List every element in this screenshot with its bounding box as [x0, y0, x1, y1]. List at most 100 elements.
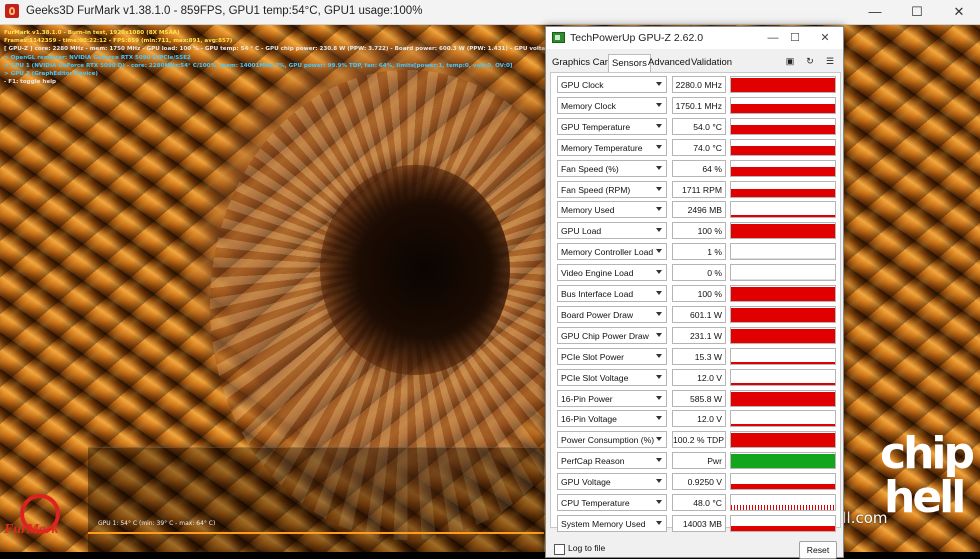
sensor-label[interactable]: GPU Voltage — [557, 473, 667, 491]
chevron-down-icon[interactable] — [656, 332, 662, 337]
menu-icon[interactable]: ☰ — [822, 54, 838, 68]
chevron-down-icon[interactable] — [656, 353, 662, 358]
chevron-down-icon[interactable] — [656, 270, 662, 275]
maximize-icon[interactable]: ☐ — [896, 0, 938, 24]
chevron-down-icon[interactable] — [656, 82, 662, 86]
sensor-label[interactable]: PCIe Slot Power — [557, 347, 667, 365]
tab-validation[interactable]: Validation — [688, 54, 735, 71]
sensor-label[interactable]: Fan Speed (RPM) — [557, 180, 667, 198]
sensor-graph — [730, 285, 836, 302]
chevron-down-icon[interactable] — [656, 416, 662, 421]
chevron-down-icon[interactable] — [656, 291, 662, 295]
chevron-down-icon[interactable] — [656, 395, 662, 400]
overlay-line: > GPU 1 (NVIDIA GeForce RTX 5090 D) - co… — [4, 62, 513, 69]
tab-graphics-card[interactable]: Graphics Card — [549, 54, 616, 71]
sensor-graph-fill — [731, 103, 835, 113]
gpuz-close-icon[interactable]: ✕ — [816, 29, 834, 47]
chevron-down-icon[interactable] — [656, 102, 662, 107]
sensor-label-text: Bus Interface Load — [561, 289, 634, 299]
sensor-label[interactable]: PCIe Slot Voltage — [557, 368, 667, 386]
sensor-graph — [730, 410, 836, 428]
sensor-label[interactable]: Memory Controller Load — [557, 243, 667, 261]
sensor-label-text: CPU Temperature — [561, 498, 630, 508]
sensor-label[interactable]: GPU Chip Power Draw — [557, 326, 667, 344]
sensor-label[interactable]: Memory Used — [557, 201, 667, 219]
gpuz-maximize-icon[interactable]: ☐ — [786, 29, 804, 47]
chevron-down-icon[interactable] — [656, 165, 662, 170]
overlay-line: FurMark v1.38.1.0 - Burn-in test, 1920x1… — [4, 30, 180, 36]
sensor-graph-fill — [731, 505, 835, 510]
sensor-label-text: GPU Clock — [561, 80, 604, 90]
chevron-down-icon[interactable] — [656, 228, 662, 233]
chiphell-logo: chip hell — [880, 432, 976, 528]
sensor-label[interactable]: Power Consumption (%) — [557, 431, 667, 449]
chevron-down-icon[interactable] — [656, 186, 662, 191]
reset-button[interactable]: Reset — [799, 541, 837, 559]
sensor-label[interactable]: 16-Pin Power — [557, 389, 667, 407]
close-icon[interactable]: ✕ — [938, 0, 980, 24]
sensor-value: 1 % — [672, 243, 726, 261]
chevron-down-icon[interactable] — [656, 520, 662, 525]
sensor-graph — [730, 117, 836, 135]
sensor-label-text: Memory Used — [561, 205, 615, 216]
chevron-down-icon[interactable] — [656, 311, 662, 316]
temperature-graph: GPU 1: 54° C (min: 39° C - max: 64° C) — [88, 447, 544, 552]
sensor-label[interactable]: Board Power Draw — [557, 305, 667, 323]
sensor-graph-fill — [731, 287, 835, 301]
furmark-logo-text: FurMark — [4, 522, 59, 537]
refresh-icon[interactable]: ↻ — [802, 54, 818, 68]
sensor-graph-fill — [731, 361, 835, 364]
sensor-row: PCIe Slot Power 15.3 W — [555, 347, 839, 367]
sensor-label[interactable]: GPU Clock — [557, 76, 667, 93]
sensor-label-text: Memory Temperature — [561, 142, 643, 153]
sensor-label[interactable]: Memory Clock — [557, 96, 667, 114]
sensor-graph — [730, 431, 836, 449]
sensor-row: Memory Clock 1750.1 MHz — [555, 96, 839, 116]
sensor-graph — [730, 347, 836, 365]
sensor-graph — [730, 243, 836, 261]
sensor-label[interactable]: Memory Temperature — [557, 138, 667, 156]
sensor-label[interactable]: 16-Pin Voltage — [557, 410, 667, 428]
gpuz-titlebar: TechPowerUp GPU-Z 2.62.0 — ☐ ✕ — [546, 27, 843, 49]
sensor-label-text: PerfCap Reason — [561, 456, 625, 467]
sensor-value: 1750.1 MHz — [672, 96, 726, 114]
sensor-label[interactable]: GPU Load — [557, 222, 667, 240]
sensor-label-text: GPU Chip Power Draw — [561, 330, 649, 341]
sensor-label[interactable]: Bus Interface Load — [557, 285, 667, 302]
chevron-down-icon[interactable] — [656, 207, 662, 212]
camera-icon[interactable]: ▣ — [782, 54, 798, 68]
chevron-down-icon[interactable] — [656, 479, 662, 484]
chevron-down-icon[interactable] — [656, 374, 662, 379]
sensor-value: 12.0 V — [672, 410, 726, 428]
sensor-graph — [730, 452, 836, 470]
chevron-down-icon[interactable] — [656, 437, 662, 442]
chevron-down-icon[interactable] — [656, 144, 662, 149]
sensor-label-text: 16-Pin Power — [561, 393, 613, 404]
sensor-label[interactable]: CPU Temperature — [557, 494, 667, 511]
sensor-row: Memory Used 2496 MB — [555, 201, 839, 220]
sensor-row: GPU Voltage 0.9250 V — [555, 473, 839, 492]
sensor-row: Bus Interface Load 100 % — [555, 285, 839, 304]
sensor-graph-fill — [731, 328, 835, 343]
sensor-label[interactable]: System Memory Used — [557, 514, 667, 532]
sensor-label[interactable]: GPU Temperature — [557, 117, 667, 135]
sensor-graph-fill — [731, 433, 835, 448]
chevron-down-icon[interactable] — [656, 249, 662, 254]
sensor-graph-fill — [731, 166, 835, 176]
chevron-down-icon[interactable] — [656, 500, 662, 504]
minimize-icon[interactable]: — — [854, 0, 896, 24]
sensor-graph — [730, 159, 836, 177]
tab-advanced[interactable]: Advanced — [645, 54, 693, 71]
sensor-graph — [730, 305, 836, 323]
sensor-label[interactable]: PerfCap Reason — [557, 452, 667, 470]
overlay-line: > GPU 2 (GraphEditor Device) — [4, 71, 98, 78]
sensor-label[interactable]: Video Engine Load — [557, 264, 667, 282]
log-to-file-checkbox[interactable] — [554, 544, 565, 555]
gpuz-minimize-icon[interactable]: — — [764, 29, 782, 47]
chevron-down-icon[interactable] — [656, 458, 662, 463]
chevron-down-icon[interactable] — [656, 123, 662, 128]
sensor-graph-fill — [731, 454, 835, 469]
sensor-row: CPU Temperature 48.0 °C — [555, 494, 839, 513]
sensor-label[interactable]: Fan Speed (%) — [557, 159, 667, 177]
sensor-graph — [730, 180, 836, 198]
